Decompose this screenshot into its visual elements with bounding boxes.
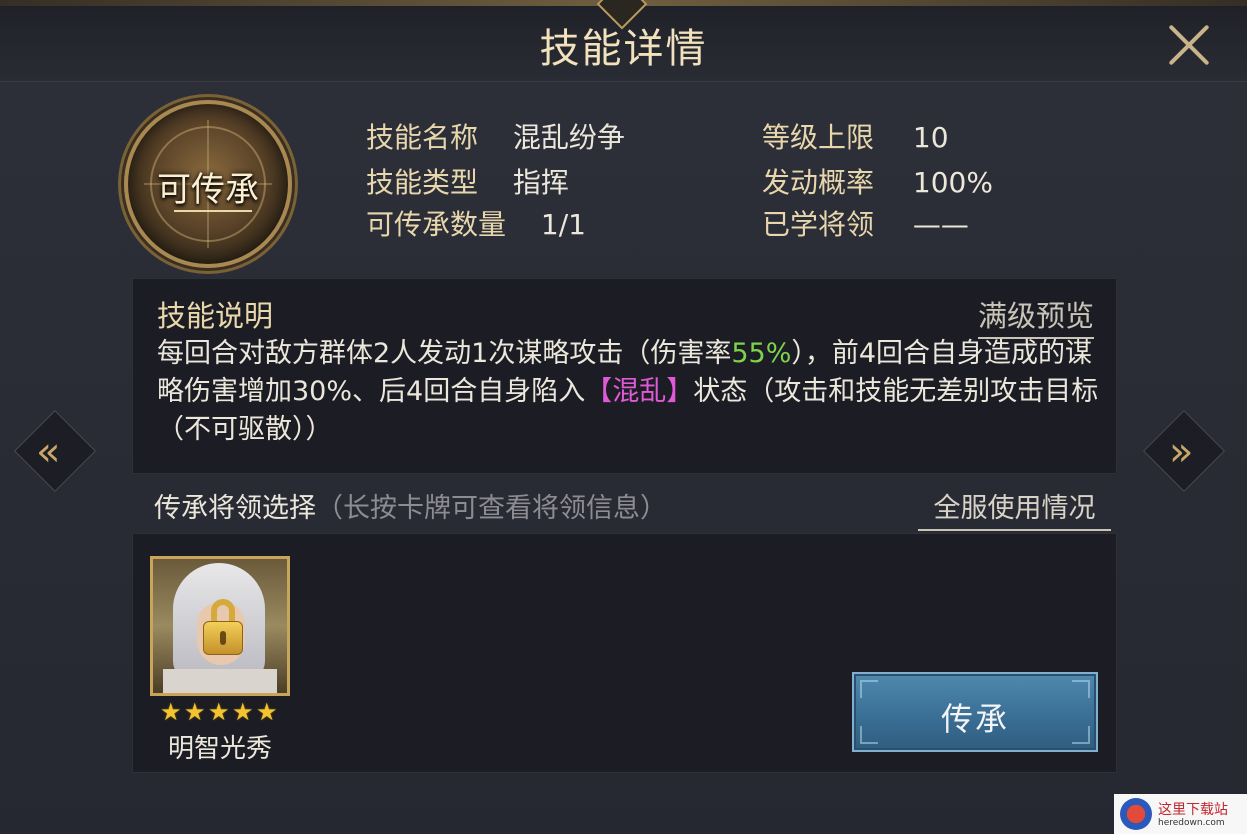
skill-name-row: 技能名称 混乱纷争 bbox=[366, 116, 625, 156]
status-highlight: 【混乱】 bbox=[585, 376, 694, 407]
next-skill-button[interactable]: » bbox=[1141, 408, 1227, 494]
trigger-rate-label: 发动概率 bbox=[762, 166, 875, 199]
skill-type-label: 技能类型 bbox=[366, 166, 479, 199]
skill-emblem: 可传承 bbox=[124, 100, 292, 268]
skill-name-label: 技能名称 bbox=[366, 121, 479, 154]
lock-icon bbox=[203, 599, 243, 657]
inherit-count-label: 可传承数量 bbox=[366, 208, 507, 241]
emblem-underline bbox=[174, 210, 252, 212]
learned-generals-label: 已学将领 bbox=[762, 208, 875, 241]
general-star-rating: ★ ★ ★ ★ ★ bbox=[160, 700, 284, 726]
inherit-hint-text: （长按卡牌可查看将领信息） bbox=[316, 493, 667, 524]
lock-keyhole bbox=[220, 631, 226, 645]
learned-generals-value: —— bbox=[912, 208, 969, 241]
prev-skill-button[interactable]: « bbox=[12, 408, 98, 494]
star-icon: ★ bbox=[208, 698, 230, 726]
trigger-rate-value: 100% bbox=[912, 166, 993, 199]
watermark-text: 这里下载站 bbox=[1158, 802, 1228, 818]
chevron-right-icon: » bbox=[1169, 429, 1194, 475]
watermark-subtext: heredown.com bbox=[1158, 818, 1225, 828]
skill-name-value: 混乱纷争 bbox=[512, 121, 625, 154]
server-usage-link[interactable]: 全服使用情况 bbox=[918, 486, 1111, 531]
emblem-label: 可传承 bbox=[157, 170, 259, 210]
star-icon: ★ bbox=[160, 698, 182, 726]
skill-description-panel: 技能说明 满级预览 每回合对敌方群体2人发动1次谋略攻击（伤害率55%），前4回… bbox=[132, 278, 1117, 474]
inherit-button[interactable]: 传承 bbox=[852, 672, 1098, 752]
max-level-preview-link[interactable]: 满级预览 bbox=[977, 293, 1094, 339]
inherit-button-label: 传承 bbox=[940, 700, 1009, 738]
level-cap-value: 10 bbox=[912, 121, 949, 154]
level-cap-label: 等级上限 bbox=[762, 121, 875, 154]
star-icon: ★ bbox=[184, 698, 206, 726]
description-text: 每回合对敌方群体2人发动1次谋略攻击（伤害率55%），前4回合自身造成的谋略伤害… bbox=[157, 335, 1107, 449]
portrait-coat bbox=[163, 669, 277, 693]
inherit-count-row: 可传承数量 1/1 bbox=[366, 203, 586, 243]
close-icon[interactable] bbox=[1164, 20, 1214, 70]
general-card[interactable] bbox=[150, 556, 290, 696]
inherit-title-text: 传承将领选择 bbox=[154, 493, 316, 524]
inherit-section-title: 传承将领选择（长按卡牌可查看将领信息） bbox=[154, 486, 667, 525]
inherit-count-value: 1/1 bbox=[540, 208, 586, 241]
description-part: 每回合对敌方群体2人发动1次谋略攻击（伤害率 bbox=[157, 338, 732, 369]
chevron-left-icon: « bbox=[36, 429, 61, 475]
watermark-logo-icon bbox=[1120, 798, 1152, 830]
star-icon: ★ bbox=[232, 698, 254, 726]
learned-generals-row: 已学将领 —— bbox=[762, 203, 969, 243]
general-portrait bbox=[153, 559, 287, 693]
dialog-title: 技能详情 bbox=[539, 26, 708, 72]
site-watermark: 这里下载站 heredown.com bbox=[1114, 794, 1247, 834]
description-heading: 技能说明 bbox=[157, 299, 274, 333]
level-cap-row: 等级上限 10 bbox=[762, 116, 949, 156]
skill-type-row: 技能类型 指挥 bbox=[366, 161, 569, 201]
skill-detail-dialog: 技能详情 可传承 技能名称 混乱纷争 技能类型 指挥 可传承数量 1/1 等级上… bbox=[0, 0, 1247, 834]
title-bar: 技能详情 bbox=[0, 0, 1247, 82]
star-icon: ★ bbox=[256, 698, 278, 726]
general-name: 明智光秀 bbox=[167, 734, 272, 764]
skill-type-value: 指挥 bbox=[512, 166, 569, 199]
damage-rate-highlight: 55% bbox=[731, 338, 792, 369]
trigger-rate-row: 发动概率 100% bbox=[762, 161, 993, 201]
